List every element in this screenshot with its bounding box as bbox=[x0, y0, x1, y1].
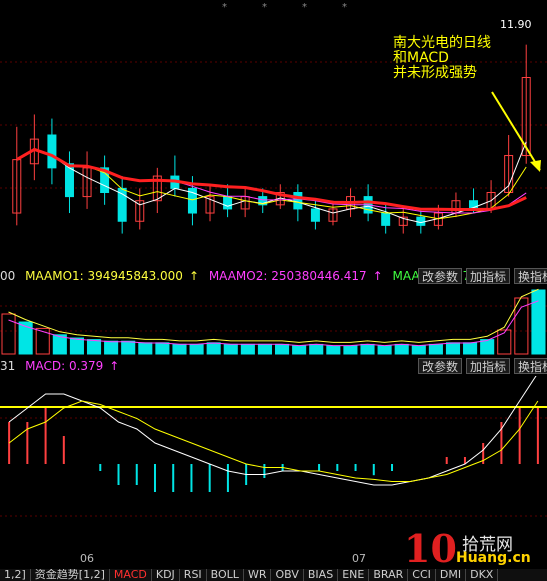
volume-bar bbox=[480, 339, 495, 355]
macd-indicator-header: 31 MACD: 0.379 ↑ bbox=[0, 356, 547, 376]
modify-params-button[interactable]: 改参数 bbox=[418, 268, 463, 284]
macd-pane bbox=[0, 376, 547, 552]
candle-body bbox=[223, 196, 233, 210]
tab-13[interactable]: DKX bbox=[466, 569, 499, 581]
volume-bar bbox=[445, 342, 461, 355]
volume-bar bbox=[206, 342, 221, 355]
maamo1-value: MAAMO1: 394945843.000 bbox=[25, 269, 183, 283]
volume-bar bbox=[360, 343, 375, 355]
macd-chart bbox=[0, 376, 547, 517]
modify-params-button[interactable]: 改参数 bbox=[418, 358, 463, 374]
volume-bar bbox=[223, 343, 238, 355]
top-tick-glyph: * bbox=[222, 2, 227, 13]
annotation-line-3: 并未形成强势 bbox=[393, 65, 477, 81]
macd-value: MACD: 0.379 bbox=[25, 359, 104, 373]
volume-chart bbox=[0, 288, 547, 355]
tab-12[interactable]: DMI bbox=[436, 569, 467, 581]
maamo1-line bbox=[8, 288, 539, 343]
volume-bar bbox=[172, 343, 187, 355]
watermark-number: 10 bbox=[404, 526, 457, 571]
indicator-tab-bar: 1,2] 资金趋势[1,2] MACD KDJ RSI BOLL WR OBV BIAS ENE B… bbox=[0, 569, 547, 581]
tab-11[interactable]: CCI bbox=[408, 569, 436, 581]
volume-bar bbox=[497, 329, 512, 355]
volume-bar bbox=[343, 345, 358, 355]
candle-body bbox=[310, 208, 320, 222]
volume-bar bbox=[69, 337, 84, 355]
tab-2[interactable]: MACD bbox=[110, 569, 152, 581]
candle-body bbox=[381, 212, 391, 226]
change-indicator-button[interactable]: 换指标 bbox=[514, 358, 547, 374]
ma-line-magenta bbox=[16, 148, 527, 214]
volume-bar bbox=[189, 343, 204, 355]
tab-9[interactable]: ENE bbox=[338, 569, 370, 581]
volume-bar bbox=[86, 339, 102, 355]
arrow-up-icon: ↑ bbox=[188, 269, 199, 283]
add-indicator-button[interactable]: 加指标 bbox=[466, 268, 511, 284]
candle-body bbox=[117, 187, 127, 222]
date-label-06: 06 bbox=[80, 552, 94, 565]
candle-body bbox=[47, 134, 57, 169]
volume-bar bbox=[394, 343, 409, 355]
annotation-arrowhead bbox=[530, 160, 541, 172]
tab-1[interactable]: 资金趋势[1,2] bbox=[31, 569, 110, 581]
volume-bar bbox=[292, 345, 307, 355]
date-label-07: 07 bbox=[352, 552, 366, 565]
add-indicator-button[interactable]: 加指标 bbox=[466, 358, 511, 374]
top-tick-glyph: * bbox=[302, 2, 307, 13]
volume-indicator-header: 00 MAAMO1: 394945843.000 ↑ MAAMO2: 250380… bbox=[0, 266, 547, 286]
top-tick-glyph: * bbox=[342, 2, 347, 13]
candle-body bbox=[64, 163, 74, 198]
volume-bar bbox=[240, 343, 255, 355]
tab-4[interactable]: RSI bbox=[180, 569, 207, 581]
candle-body bbox=[293, 192, 303, 210]
watermark-en: Huang.cn bbox=[456, 550, 531, 566]
volume-bar bbox=[35, 327, 50, 355]
tab-10[interactable]: BRAR bbox=[369, 569, 409, 581]
annotation-arrow bbox=[491, 91, 541, 171]
change-indicator-button[interactable]: 换指标 bbox=[514, 268, 547, 284]
annotation-line-1: 南大光电的日线 bbox=[393, 35, 491, 51]
tab-5[interactable]: BOLL bbox=[207, 569, 244, 581]
tab-6[interactable]: WR bbox=[244, 569, 272, 581]
volume-bar bbox=[104, 340, 119, 355]
volume-bar bbox=[326, 345, 341, 355]
arrow-up-icon: ↑ bbox=[109, 359, 120, 373]
candle-body bbox=[416, 216, 426, 226]
volume-bar bbox=[531, 289, 546, 355]
volume-bar bbox=[155, 342, 170, 355]
arrow-up-icon: ↑ bbox=[372, 269, 383, 283]
annotation-line-2: 和MACD bbox=[393, 50, 449, 66]
maamo2-value: MAAMO2: 250380446.417 bbox=[208, 269, 367, 283]
annotation-text: 南大光电的日线 和MACD 并未形成强势 bbox=[393, 36, 491, 81]
volume-bar bbox=[428, 343, 443, 355]
volume-bar bbox=[275, 343, 290, 355]
volume-bar bbox=[257, 343, 272, 355]
volume-bar bbox=[411, 345, 426, 355]
volume-bar bbox=[121, 340, 136, 355]
volume-bar bbox=[463, 342, 478, 355]
tab-3[interactable]: KDJ bbox=[152, 569, 180, 581]
volume-prefix: 00 bbox=[0, 269, 16, 283]
watermark-logo: 10 拾荒网 Huang.cn bbox=[404, 526, 544, 571]
tab-7[interactable]: OBV bbox=[271, 569, 304, 581]
volume-bar bbox=[309, 343, 324, 355]
top-tick-glyph: * bbox=[262, 2, 267, 13]
volume-pane bbox=[0, 286, 547, 356]
volume-bar bbox=[377, 345, 392, 355]
maamo2-line bbox=[8, 300, 539, 347]
dif-line bbox=[8, 376, 537, 486]
volume-bar bbox=[138, 342, 153, 355]
tab-8[interactable]: BIAS bbox=[304, 569, 339, 581]
dea-line bbox=[8, 400, 539, 482]
tab-0[interactable]: 1,2] bbox=[0, 569, 31, 581]
macd-prefix: 31 bbox=[0, 359, 16, 373]
